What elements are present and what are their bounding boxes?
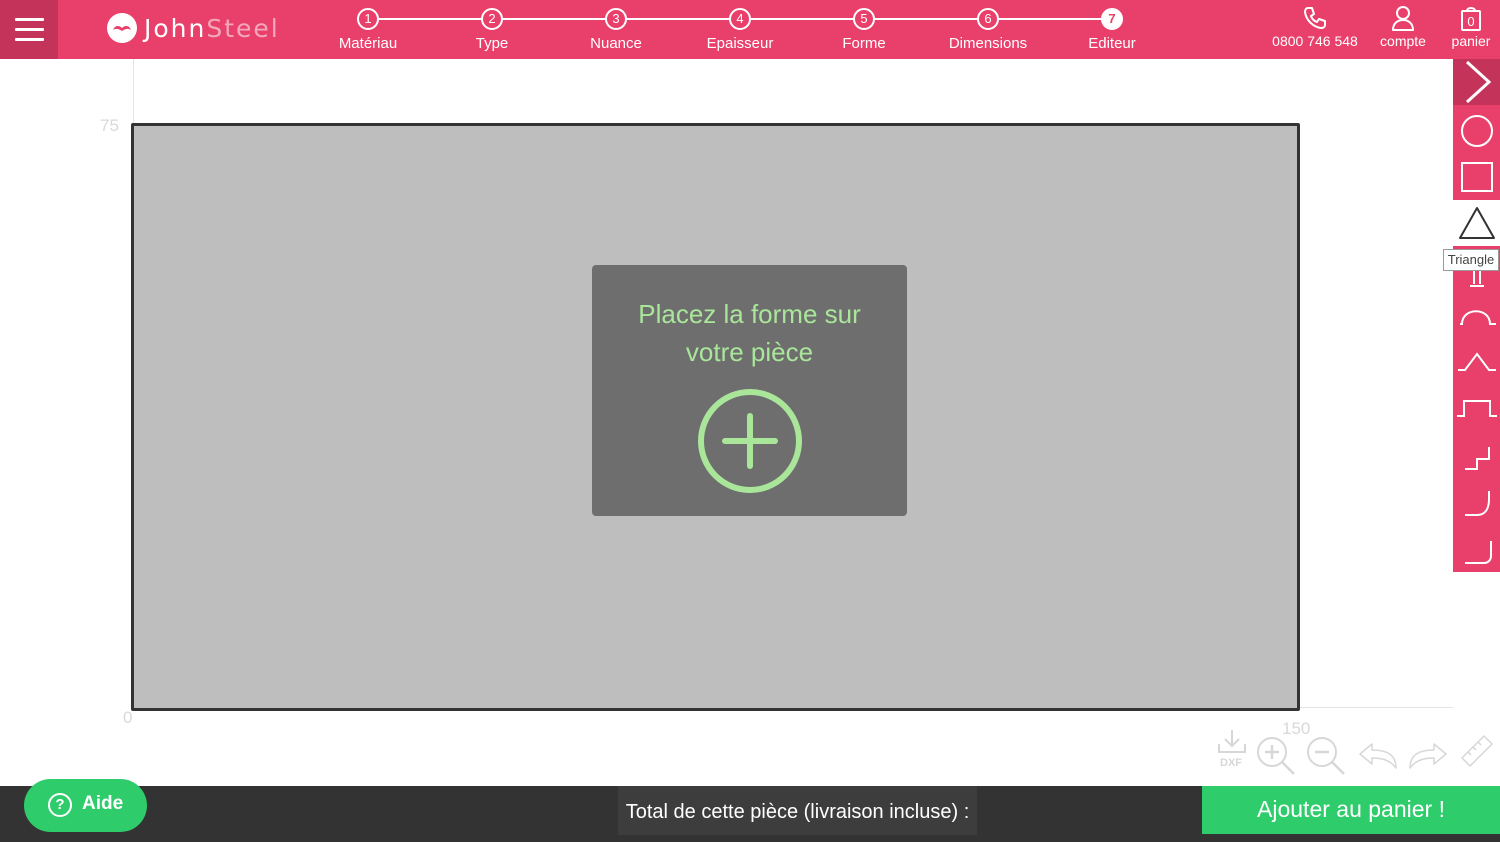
step-number: 2 xyxy=(481,8,503,30)
step-nuance[interactable]: 3 Nuance xyxy=(556,8,676,52)
zoom-out-icon[interactable] xyxy=(1304,734,1348,776)
overlay-line-1: Placez la forme sur xyxy=(638,299,861,329)
tool-square[interactable] xyxy=(1453,154,1500,200)
cart-label: panier xyxy=(1451,33,1491,49)
step-epaisseur[interactable]: 4 Epaisseur xyxy=(680,8,800,52)
step-corner-icon xyxy=(1465,447,1490,470)
step-editeur[interactable]: 7 Editeur xyxy=(1052,8,1172,52)
overlay-message: Placez la forme sur votre pièce xyxy=(592,295,907,371)
step-forme[interactable]: 5 Forme xyxy=(804,8,924,52)
phone-number: 0800 746 548 xyxy=(1272,33,1358,49)
tool-circle[interactable] xyxy=(1453,108,1500,154)
help-icon: ? xyxy=(48,793,72,817)
phone-link[interactable]: 0800 746 548 xyxy=(1272,4,1358,49)
tool-arc[interactable] xyxy=(1453,293,1500,339)
step-label: Matériau xyxy=(338,35,398,52)
tool-round-corner[interactable] xyxy=(1453,523,1500,569)
help-label: Aide xyxy=(82,793,124,814)
step-dimensions[interactable]: 6 Dimensions xyxy=(928,8,1048,52)
undo-icon[interactable] xyxy=(1356,740,1400,772)
step-label: Dimensions xyxy=(948,35,1028,52)
square-icon xyxy=(1461,162,1493,192)
account-label: compte xyxy=(1380,33,1426,49)
tool-rect-notch[interactable] xyxy=(1453,385,1500,431)
tool-chamfer[interactable] xyxy=(1453,477,1500,523)
brand-name: JohnSteel xyxy=(144,13,280,43)
help-button[interactable]: ? Aide xyxy=(24,779,147,832)
tool-v-notch[interactable] xyxy=(1453,339,1500,385)
step-number: 5 xyxy=(853,8,875,30)
step-label: Nuance xyxy=(590,35,642,52)
y-max-label: 75 xyxy=(100,116,119,135)
step-materiau[interactable]: 1 Matériau xyxy=(308,8,428,52)
toolbar-toggle-button[interactable] xyxy=(1453,59,1500,105)
step-number-active: 7 xyxy=(1101,8,1123,30)
total-price-label: Total de cette pièce (livraison incluse)… xyxy=(618,786,977,835)
cart-count: 0 xyxy=(1467,14,1475,29)
tool-tooltip: Triangle xyxy=(1443,249,1499,271)
step-type[interactable]: 2 Type xyxy=(432,8,552,52)
step-label: Epaisseur xyxy=(706,35,774,52)
user-icon xyxy=(1392,6,1414,31)
brand-logo[interactable]: JohnSteel xyxy=(107,11,280,45)
step-number: 1 xyxy=(357,8,379,30)
arc-notch-icon xyxy=(1460,310,1496,325)
triangle-icon xyxy=(1459,207,1495,239)
tool-step[interactable] xyxy=(1453,431,1500,477)
step-label: Type xyxy=(475,35,509,52)
circle-icon xyxy=(1461,115,1493,147)
cart-icon: 0 xyxy=(1458,4,1484,32)
curve-corner-icon xyxy=(1465,491,1490,516)
ruler-icon[interactable] xyxy=(1458,732,1496,770)
step-label: Forme xyxy=(842,35,886,52)
origin-label: 0 xyxy=(123,708,133,727)
round-corner-icon xyxy=(1465,541,1492,564)
top-bar: JohnSteel 1 Matériau 2 Type 3 Nuance 4 E… xyxy=(0,0,1500,59)
hamburger-menu-button[interactable] xyxy=(0,0,58,59)
chevron-right-icon xyxy=(1465,60,1492,104)
v-notch-icon xyxy=(1458,352,1496,371)
account-link[interactable]: compte xyxy=(1374,4,1432,49)
step-number: 3 xyxy=(605,8,627,30)
tool-triangle[interactable] xyxy=(1453,200,1500,246)
dxf-label: DXF xyxy=(1220,757,1242,769)
cart-link[interactable]: 0 panier xyxy=(1446,4,1496,49)
step-number: 6 xyxy=(977,8,999,30)
add-to-cart-button[interactable]: Ajouter au panier ! xyxy=(1202,786,1500,834)
redo-icon[interactable] xyxy=(1406,740,1450,772)
add-shape-icon[interactable] xyxy=(696,387,804,495)
mustache-icon xyxy=(107,13,137,43)
step-number: 4 xyxy=(729,8,751,30)
shape-toolbar xyxy=(1453,59,1500,572)
overlay-line-2: votre pièce xyxy=(685,337,814,367)
zoom-in-icon[interactable] xyxy=(1254,734,1298,776)
step-label: Editeur xyxy=(1088,35,1136,52)
phone-icon xyxy=(1304,7,1326,29)
download-dxf-icon[interactable] xyxy=(1214,728,1250,758)
rect-notch-icon xyxy=(1457,400,1497,417)
place-shape-overlay: Placez la forme sur votre pièce xyxy=(592,265,907,516)
